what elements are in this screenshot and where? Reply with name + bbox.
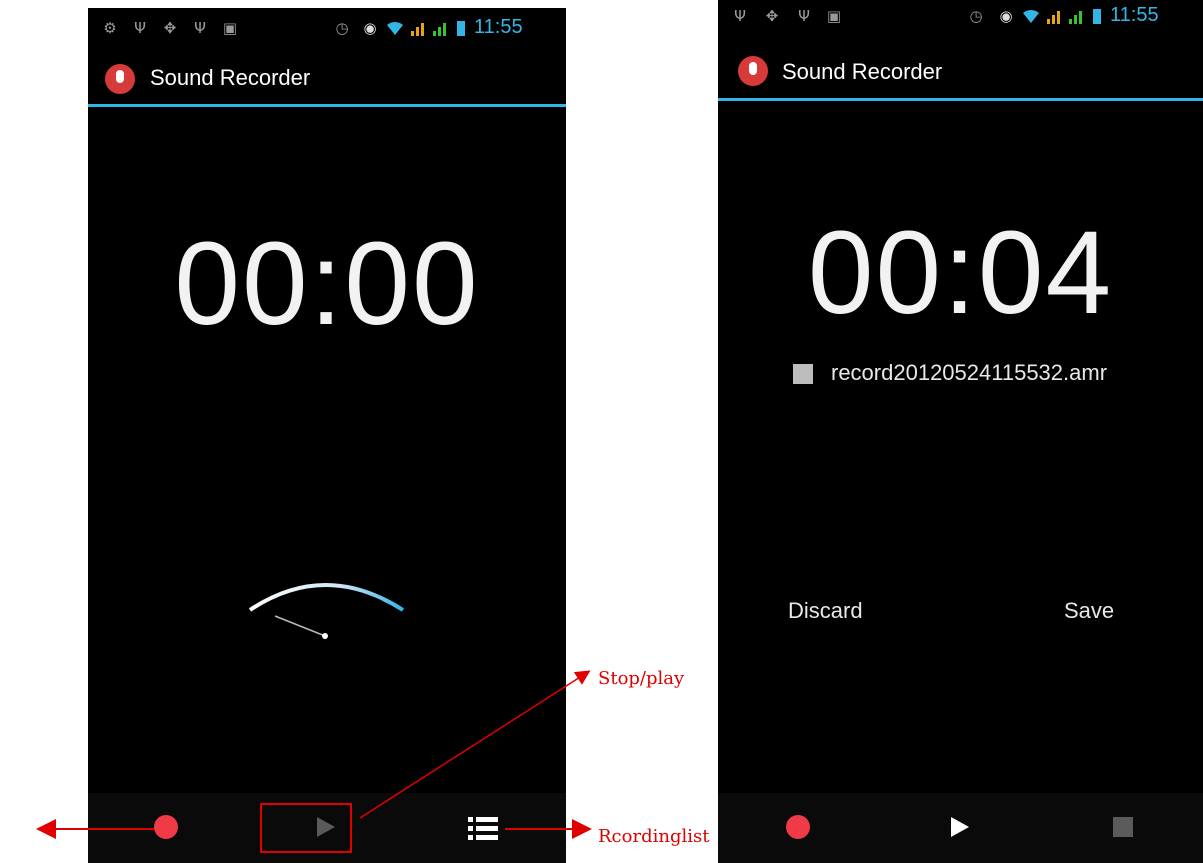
- file-icon: [793, 364, 813, 384]
- stop-icon: [1113, 817, 1133, 837]
- signal-icon: [411, 23, 424, 36]
- usb-icon: Ψ: [134, 19, 146, 37]
- signal-icon: [433, 23, 446, 36]
- usb-icon: Ψ: [734, 7, 746, 25]
- vu-meter-arc: [248, 583, 405, 612]
- recording-list-label: Rcordinglist: [598, 826, 710, 847]
- signal-icon: [1069, 11, 1082, 24]
- wifi-icon: [387, 21, 403, 35]
- image-icon: ▣: [826, 7, 842, 25]
- record-button[interactable]: [154, 815, 178, 839]
- vu-meter: [248, 583, 405, 639]
- settings-icon: ⚙: [103, 19, 117, 37]
- discard-button[interactable]: Discard: [788, 598, 863, 624]
- phone-screen-right: Ψ ✥ Ψ ▣ ◷ ◉ 11:55 Sound Recorder 00:04 r…: [718, 0, 1203, 863]
- save-button[interactable]: Save: [1064, 598, 1114, 624]
- usb-icon: Ψ: [194, 19, 206, 37]
- action-bar: Sound Recorder: [88, 52, 566, 107]
- alarm-icon: ◷: [335, 19, 349, 37]
- action-bar: Sound Recorder: [718, 46, 1203, 101]
- app-title: Sound Recorder: [782, 59, 943, 84]
- timer-display: 00:04: [807, 207, 1114, 339]
- play-button[interactable]: [946, 814, 972, 840]
- file-name: record20120524115532.amr: [831, 360, 1108, 385]
- app-title: Sound Recorder: [150, 65, 311, 90]
- alarm-icon: ◷: [969, 7, 983, 25]
- stop-button[interactable]: [1113, 817, 1133, 837]
- android-icon: ✥: [163, 19, 177, 37]
- microphone-icon: [105, 64, 135, 94]
- microphone-icon: [738, 56, 768, 86]
- play-highlight-box: [260, 803, 352, 853]
- status-bar: ⚙ Ψ ✥ Ψ ▣ ◷ ◉ 11:55: [88, 8, 566, 48]
- wifi-icon: [1023, 9, 1039, 23]
- status-time: 11:55: [1110, 4, 1159, 26]
- stop-play-label: Stop/play: [598, 668, 685, 689]
- vu-meter-needle: [274, 615, 326, 637]
- bottom-control-bar: [718, 793, 1203, 863]
- recording-list-button[interactable]: [468, 815, 498, 841]
- usb-icon: Ψ: [798, 7, 810, 25]
- phone-screen-left: ⚙ Ψ ✥ Ψ ▣ ◷ ◉ 11:55 Sound Recorder 00:00: [88, 8, 566, 863]
- record-button[interactable]: [786, 815, 810, 839]
- status-time: 11:55: [474, 16, 523, 38]
- list-icon: [468, 817, 498, 840]
- sync-icon: ◉: [999, 7, 1013, 25]
- sync-icon: ◉: [363, 19, 377, 37]
- android-icon: ✥: [765, 7, 779, 25]
- vu-meter-pivot: [322, 633, 328, 639]
- play-icon: [951, 817, 969, 837]
- status-bar: Ψ ✥ Ψ ▣ ◷ ◉ 11:55: [718, 0, 1203, 40]
- battery-icon: [1093, 9, 1101, 24]
- timer-display: 00:00: [174, 218, 480, 350]
- image-icon: ▣: [222, 19, 238, 37]
- battery-icon: [457, 21, 465, 36]
- signal-icon: [1047, 11, 1060, 24]
